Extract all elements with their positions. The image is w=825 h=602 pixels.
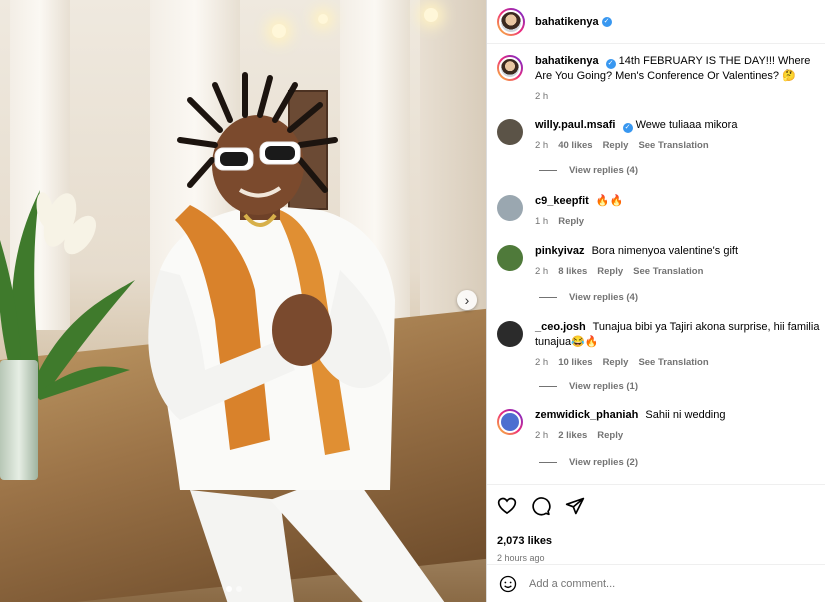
verified-badge-icon: ✓ <box>622 123 633 133</box>
add-comment-bar <box>487 564 825 602</box>
view-replies-button[interactable]: View replies (4) <box>539 165 638 176</box>
comment-text: 🔥🔥 <box>595 195 624 207</box>
carousel-dots <box>226 586 242 592</box>
caption-time: 2 h <box>535 91 549 102</box>
caption: bahatikenya ✓ 14th FEBRUARY IS THE DAY!!!… <box>497 54 822 104</box>
author-avatar[interactable] <box>497 7 525 36</box>
see-translation-button[interactable]: See Translation <box>638 138 708 153</box>
comment-likes[interactable]: 10 likes <box>558 355 592 370</box>
comment-item: willy.paul.msafi ✓ Wewe tuliaaa mikora 2 … <box>497 118 822 153</box>
post-time: 2 hours ago <box>497 553 545 563</box>
comment-time: 2 h <box>535 430 549 441</box>
comment-text: Wewe tuliaaa mikora <box>635 119 738 131</box>
share-icon[interactable] <box>565 496 585 516</box>
commenter-avatar[interactable] <box>497 409 523 435</box>
commenter-avatar[interactable] <box>497 245 523 271</box>
comment-text: Sahii ni wedding <box>645 409 726 421</box>
reply-button[interactable]: Reply <box>558 214 584 229</box>
comment-item: pinkyivaz Bora nimenyoa valentine's gift… <box>497 244 822 279</box>
reply-button[interactable]: Reply <box>603 355 629 370</box>
comment-item: _ceo.josh Tunajua bibi ya Tajiri akona s… <box>497 320 822 370</box>
comment-text: Bora nimenyoa valentine's gift <box>591 245 738 257</box>
commenter-avatar[interactable] <box>497 195 523 221</box>
comment-time: 2 h <box>535 140 549 151</box>
carousel-next-button[interactable]: › <box>457 290 477 310</box>
likes-count[interactable]: 2,073 likes <box>497 535 816 547</box>
comment-item: c9_keepfit 🔥🔥 1 h Reply <box>497 194 822 229</box>
comment-time: 2 h <box>535 357 549 368</box>
commenter-username[interactable]: zemwidick_phaniah <box>535 409 638 421</box>
heart-icon[interactable] <box>497 496 517 516</box>
comment-likes[interactable]: 8 likes <box>558 264 587 279</box>
see-translation-button[interactable]: See Translation <box>633 264 703 279</box>
add-comment-input[interactable] <box>529 577 825 590</box>
comment-time: 2 h <box>535 266 549 277</box>
see-translation-button[interactable]: See Translation <box>638 355 708 370</box>
commenter-avatar[interactable] <box>497 119 523 145</box>
reply-button[interactable]: Reply <box>597 428 623 443</box>
verified-badge-icon: ✓ <box>605 59 616 69</box>
post-photo[interactable]: › <box>0 0 486 602</box>
view-replies-button[interactable]: View replies (2) <box>539 457 638 468</box>
post-actions: 2,073 likes 2 hours ago <box>487 484 825 563</box>
chevron-right-icon: › <box>464 292 470 308</box>
reply-button[interactable]: Reply <box>597 264 623 279</box>
verified-badge-icon: ✓ <box>601 16 612 27</box>
caption-username[interactable]: bahatikenya <box>535 55 599 67</box>
person-figure <box>148 72 445 602</box>
post-header: bahatikenya ✓ <box>487 0 825 44</box>
carousel-dot <box>226 586 232 592</box>
comment-likes[interactable]: 40 likes <box>558 138 592 153</box>
view-replies-button[interactable]: View replies (1) <box>539 381 638 392</box>
comment-icon[interactable] <box>531 496 551 516</box>
commenter-username[interactable]: pinkyivaz <box>535 245 585 257</box>
reply-button[interactable]: Reply <box>603 138 629 153</box>
emoji-icon[interactable] <box>499 575 517 593</box>
vase <box>0 360 38 480</box>
comment-item: zemwidick_phaniah Sahii ni wedding 2 h 2… <box>497 408 822 443</box>
author-avatar[interactable] <box>497 55 523 81</box>
commenter-avatar[interactable] <box>497 321 523 347</box>
author-username[interactable]: bahatikenya <box>535 16 599 28</box>
comment-likes[interactable]: 2 likes <box>558 428 587 443</box>
commenter-username[interactable]: willy.paul.msafi <box>535 119 616 131</box>
carousel-dot <box>236 586 242 592</box>
commenter-username[interactable]: c9_keepfit <box>535 195 589 207</box>
comment-time: 1 h <box>535 216 549 227</box>
commenter-username[interactable]: _ceo.josh <box>535 321 586 333</box>
post-side-panel: bahatikenya ✓ bahatikenya ✓ 14th FEBRUARY… <box>486 0 825 602</box>
comments-list[interactable]: bahatikenya ✓ 14th FEBRUARY IS THE DAY!!!… <box>487 44 825 484</box>
view-replies-button[interactable]: View replies (4) <box>539 292 638 303</box>
